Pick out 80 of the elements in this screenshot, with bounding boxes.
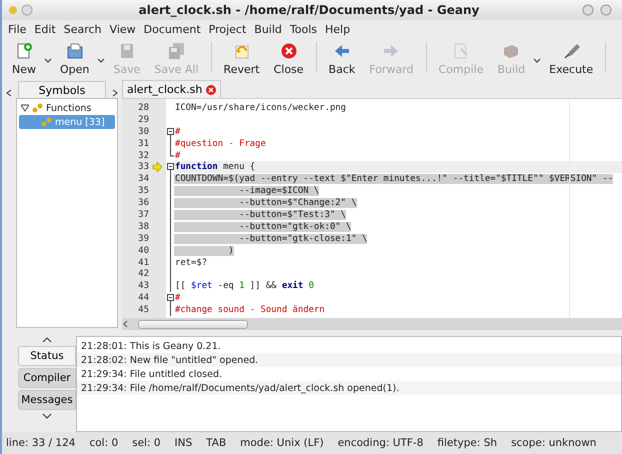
line-number: 34 (137, 174, 150, 184)
status-item: TAB (206, 437, 226, 449)
scroll-left-icon[interactable] (122, 320, 130, 328)
toolbar-button[interactable]: Close (268, 42, 310, 76)
menu-item[interactable]: Build (254, 22, 282, 36)
line-number: 32 (137, 150, 150, 160)
tree-item[interactable]: Functions (19, 101, 115, 115)
toolbar-button[interactable]: New (6, 42, 42, 76)
line-number: 38 (137, 222, 150, 232)
status-item: INS (174, 437, 192, 449)
line-number: 41 (137, 258, 150, 268)
file-tab[interactable]: alert_clock.sh (122, 80, 222, 98)
menu-item[interactable]: Search (64, 22, 102, 36)
window-title: alert_clock.sh - /home/ralf/Documents/yad - Geany (138, 3, 480, 17)
sidebar-tab[interactable]: Symbols (18, 81, 106, 98)
line-number: 37 (137, 210, 150, 220)
close-icon[interactable] (206, 84, 216, 94)
code-line: # (174, 150, 180, 160)
chevron-down-icon[interactable] (42, 412, 52, 420)
horizontal-scrollbar[interactable] (122, 318, 622, 330)
line-number: 36 (137, 198, 150, 208)
expander-icon[interactable] (21, 104, 29, 112)
menu-item[interactable]: Tools (290, 22, 318, 36)
code-line: [[ $ret -eq 1 ]] && exit 0 (174, 281, 314, 292)
line-number: 33 (137, 162, 150, 172)
caret-icon[interactable] (44, 58, 52, 62)
caret-icon[interactable] (97, 58, 106, 62)
function-icon (32, 103, 43, 113)
fold-icon[interactable] (166, 126, 174, 138)
status-item: scope: unknown (511, 437, 596, 449)
code-line: function menu { (174, 162, 256, 172)
code-line: # (174, 293, 180, 304)
menu-item[interactable]: Help (325, 22, 350, 36)
status-item: col: 0 (89, 437, 118, 449)
status-item: sel: 0 (132, 437, 161, 449)
toolbar-button[interactable]: Execute (543, 42, 600, 76)
line-number: 29 (137, 114, 150, 125)
code-line: ret=$? (174, 258, 208, 268)
menu-item[interactable]: View (110, 22, 136, 36)
code-line: #change sound - Sound ändern (174, 305, 325, 316)
message-row: 21:29:34: File /home/ralf/Documents/yad/alert_clock.sh opened(1). (77, 381, 621, 395)
code-line: # (174, 126, 180, 137)
message-tab[interactable]: Status (18, 346, 76, 366)
menu-item[interactable]: Document (144, 22, 201, 36)
toolbar-button[interactable]: Revert (218, 42, 266, 76)
toolbar-button[interactable]: Back (322, 42, 362, 76)
line-number: 28 (137, 102, 150, 113)
status-item: filetype: Sh (437, 437, 498, 449)
fold-icon[interactable] (166, 292, 174, 304)
message-tab[interactable]: Compiler (18, 368, 76, 388)
line-number: 39 (137, 234, 150, 244)
menu-item[interactable]: Project (208, 22, 246, 36)
status-item: mode: Unix (LF) (240, 437, 324, 449)
code-line: ICON=/usr/share/icons/wecker.png (174, 102, 346, 113)
menu-item[interactable]: Edit (34, 22, 56, 36)
toolbar-button[interactable]: Open (54, 42, 96, 76)
close-icon (280, 42, 298, 60)
line-number: 30 (137, 126, 150, 137)
floppy-disks-icon (167, 42, 186, 60)
message-tab[interactable]: Messages (18, 390, 76, 410)
new-file-icon (15, 42, 33, 60)
forward-arrow-icon (382, 42, 400, 60)
status-item: line: 33 / 124 (6, 437, 76, 449)
line-number: 42 (137, 269, 150, 280)
menu-item[interactable]: File (8, 22, 26, 36)
line-number: 45 (137, 305, 150, 316)
message-row: 21:28:02: New file "untitled" opened. (77, 353, 621, 367)
status-item: encoding: UTF-8 (338, 437, 424, 449)
fold-icon[interactable] (166, 161, 174, 174)
line-number: 44 (137, 293, 150, 304)
back-arrow-icon (332, 42, 351, 60)
line-number: 40 (137, 246, 150, 256)
chevron-up-icon[interactable] (42, 336, 52, 344)
folder-icon (66, 42, 84, 60)
line-number: 31 (137, 138, 150, 149)
code-editor[interactable] (122, 98, 622, 318)
line-number: 35 (137, 186, 150, 196)
function-icon (41, 117, 52, 127)
line-number: 43 (137, 281, 150, 292)
code-line: #question - Frage (174, 138, 266, 149)
